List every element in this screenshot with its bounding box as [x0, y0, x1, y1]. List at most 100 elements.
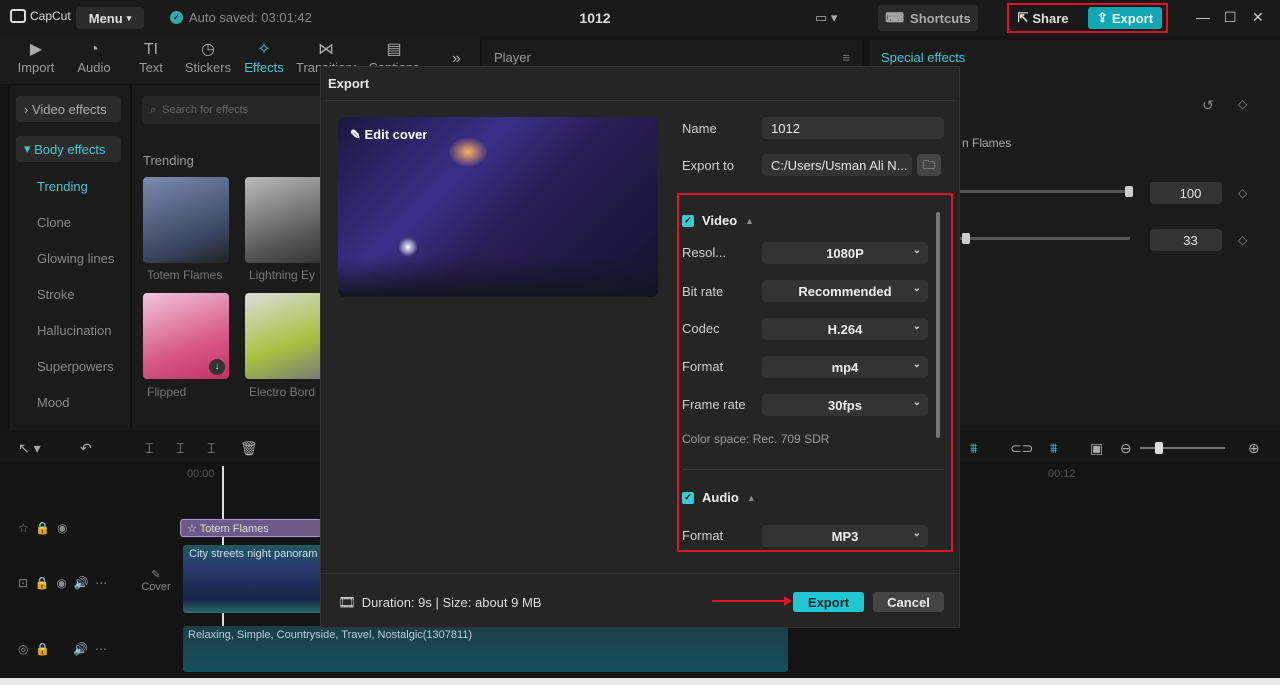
tool-label: Text: [139, 60, 163, 75]
effect-thumb-lightning-eyes[interactable]: [245, 177, 325, 263]
maximize-icon[interactable]: ☐: [1224, 9, 1237, 26]
subcategory-stroke[interactable]: Stroke: [37, 287, 75, 302]
effect-label: Flipped: [147, 385, 187, 399]
slider-track[interactable]: [960, 190, 1130, 193]
subcategory-clone[interactable]: Clone: [37, 215, 71, 230]
bitrate-select[interactable]: Recommended ⌄: [762, 280, 928, 302]
audio-clip[interactable]: Relaxing, Simple, Countryside, Travel, N…: [183, 626, 788, 672]
name-value: 1012: [771, 120, 800, 136]
upload-icon: ⇪: [1096, 10, 1108, 25]
subcategory-glowing-lines[interactable]: Glowing lines: [37, 251, 114, 266]
export-top-button[interactable]: ⇪ Export: [1088, 7, 1162, 29]
audio-checkbox[interactable]: ✓: [682, 491, 694, 504]
tool-stickers[interactable]: ◷ Stickers: [182, 40, 234, 75]
value-text: 33: [1183, 232, 1198, 248]
resolution-label: Resol...: [682, 245, 727, 260]
subcategory-hallucination[interactable]: Hallucination: [37, 323, 111, 338]
name-input[interactable]: 1012: [762, 117, 944, 139]
transitions-icon: ⋈: [318, 41, 334, 58]
tool-effects[interactable]: ✧ Effects: [238, 40, 290, 75]
split-right-icon[interactable]: ⌶: [207, 440, 215, 457]
layout-icon[interactable]: ▭ ▾: [815, 10, 837, 26]
share-button[interactable]: ⇱ Share: [1012, 7, 1074, 29]
tool-import[interactable]: ▶ Import: [10, 40, 62, 75]
resolution-select[interactable]: 1080P ⌄: [762, 242, 928, 264]
search-icon: ⌕: [150, 103, 157, 116]
audio-track-controls[interactable]: ◎ 🔒 🔊 ⋯: [18, 642, 107, 656]
preview-icon[interactable]: ▣: [1090, 440, 1103, 457]
export-button[interactable]: Export: [793, 592, 864, 612]
effects-search-input[interactable]: ⌕ Search for effects: [142, 96, 322, 124]
slider-handle[interactable]: [1125, 186, 1133, 197]
edit-cover-button[interactable]: ✎ Edit cover: [350, 127, 427, 143]
keyframe-icon[interactable]: ◇: [1238, 186, 1247, 200]
category-video-effects[interactable]: › Video effects: [16, 96, 121, 122]
minimize-icon[interactable]: —: [1196, 9, 1210, 25]
slider-track[interactable]: [960, 237, 1130, 240]
effect-clip[interactable]: ☆ Totem Flames: [180, 519, 322, 537]
shortcuts-button[interactable]: ⌨ Shortcuts: [878, 5, 978, 31]
video-track-controls[interactable]: ⊡ 🔒 ◉ 🔊 ⋯: [18, 576, 107, 590]
app-name: CapCut: [30, 9, 71, 23]
category-body-effects[interactable]: ▾ Body effects: [16, 136, 121, 162]
audio-section-header[interactable]: ✓ Audio ▲: [682, 490, 756, 505]
zoom-in-icon[interactable]: ⊕: [1248, 440, 1260, 457]
export-path-value: C:/Users/Usman Ali N...: [771, 157, 908, 173]
link-icon[interactable]: ⊂⊃: [1010, 440, 1033, 457]
tool-audio[interactable]: ◔ Audio: [68, 40, 120, 75]
app-logo: CapCut: [10, 9, 71, 23]
download-icon[interactable]: ↓: [209, 359, 225, 375]
export-path-input[interactable]: C:/Users/Usman Ali N...: [762, 154, 912, 176]
subcategory-superpowers[interactable]: Superpowers: [37, 359, 114, 374]
folder-icon[interactable]: 🗀: [917, 154, 941, 176]
split-left-icon[interactable]: ⌶: [176, 440, 184, 457]
menu-lines-icon[interactable]: ≡: [842, 50, 850, 65]
speed-value[interactable]: 33: [1150, 229, 1222, 251]
chevron-down-icon: ▾: [126, 12, 132, 23]
menu-label: Menu: [88, 10, 123, 26]
magnet-icon[interactable]: ⩩: [970, 440, 977, 457]
color-space-text: Color space: Rec. 709 SDR: [682, 432, 830, 446]
cover-button[interactable]: ✎ Cover: [138, 568, 174, 593]
codec-select[interactable]: H.264 ⌄: [762, 318, 928, 340]
strength-value[interactable]: 100: [1150, 182, 1222, 204]
clip-label: Totem Flames: [199, 523, 269, 535]
tool-label: Stickers: [184, 60, 232, 75]
star-icon: ☆: [187, 523, 200, 535]
framerate-select[interactable]: 30fps ⌄: [762, 394, 928, 416]
select-cursor-icon[interactable]: ↖ ▾: [18, 440, 41, 457]
delete-icon[interactable]: 🗑: [240, 440, 258, 457]
undo-icon[interactable]: ↶: [80, 440, 92, 457]
cancel-button[interactable]: Cancel: [873, 592, 944, 612]
format-select[interactable]: mp4 ⌄: [762, 356, 928, 378]
format-label: Format: [682, 359, 724, 374]
video-section-header[interactable]: ✓ Video ▲: [682, 213, 754, 228]
keyframe-icon[interactable]: ◇: [1238, 233, 1247, 247]
divider: [321, 573, 959, 574]
subcategory-trending[interactable]: Trending: [37, 179, 88, 194]
audio-format-select[interactable]: MP3 ⌄: [762, 525, 928, 547]
zoom-out-icon[interactable]: ⊖: [1120, 440, 1132, 457]
effect-track-controls[interactable]: ☆ 🔒 ◉: [18, 521, 68, 535]
slider-handle[interactable]: [962, 233, 970, 244]
video-clip[interactable]: City streets night panoram: [183, 545, 323, 613]
keyframe-icon[interactable]: ◇: [1238, 97, 1247, 111]
check-icon: ✓: [170, 11, 183, 24]
split-icon[interactable]: ⌶: [145, 440, 153, 457]
chevron-down-icon: ⌄: [912, 321, 921, 332]
subcategory-mood[interactable]: Mood: [37, 395, 70, 410]
zoom-slider[interactable]: [1140, 447, 1225, 449]
menu-button[interactable]: Menu ▾: [76, 7, 144, 29]
export-top-label: Export: [1111, 10, 1154, 26]
tool-text[interactable]: TI Text: [125, 40, 177, 75]
cover-preview[interactable]: ✎ Edit cover: [338, 117, 658, 297]
video-checkbox[interactable]: ✓: [682, 214, 694, 227]
settings-scrollbar[interactable]: [936, 212, 940, 438]
effect-thumb-totem-flames[interactable]: [143, 177, 229, 263]
close-icon[interactable]: ✕: [1252, 9, 1264, 26]
snap-icon[interactable]: ⩩: [1050, 440, 1057, 457]
zoom-slider-handle[interactable]: [1155, 442, 1163, 454]
effect-thumb-electro-border[interactable]: [245, 293, 325, 379]
effect-thumb-flipped[interactable]: ↓: [143, 293, 229, 379]
reset-icon[interactable]: ↺: [1202, 97, 1214, 114]
